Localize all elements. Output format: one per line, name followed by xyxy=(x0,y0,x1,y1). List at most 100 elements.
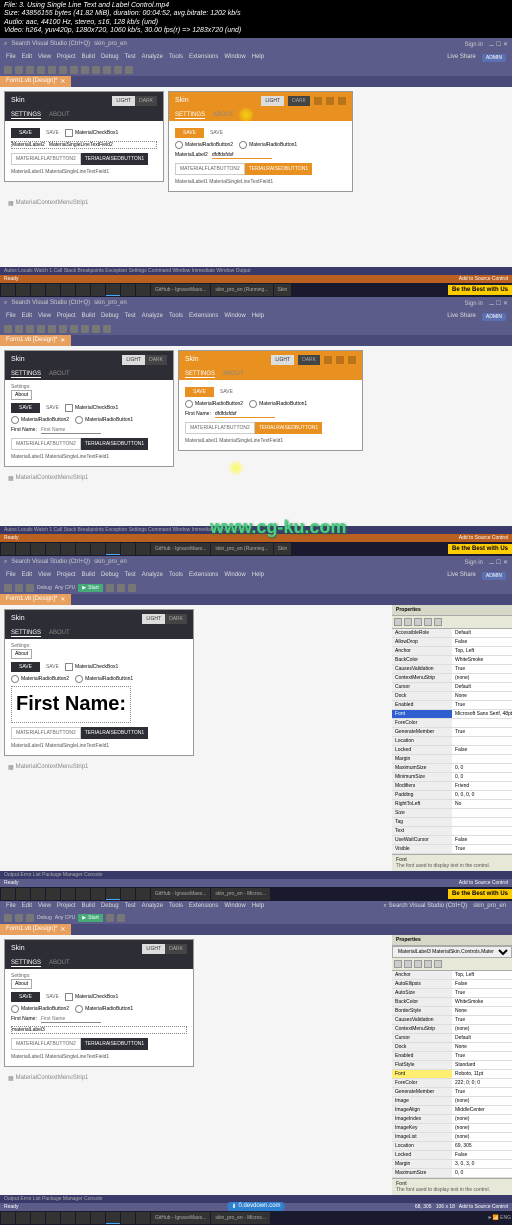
vs-toolbar[interactable] xyxy=(0,64,512,76)
text-input[interactable] xyxy=(212,152,272,159)
save-button[interactable]: SAVE xyxy=(11,128,40,138)
project-name: skin_pro_en xyxy=(94,41,127,48)
raised-button[interactable]: TERIALRAISEDBUTTON1 xyxy=(81,153,148,165)
property-row[interactable]: CursorDefault xyxy=(392,1034,512,1043)
property-row[interactable]: Margin3, 0, 3, 0 xyxy=(392,1160,512,1169)
designer-tab[interactable]: Form1.vb [Design]*✕ xyxy=(0,76,71,87)
property-row[interactable]: CausesValidationTrue xyxy=(392,665,512,674)
vs-ide-frame-3: ⌕Search Visual Studio (Ctrl+Q)skin_pro_e… xyxy=(0,556,512,901)
material-checkbox[interactable]: MaterialCheckBox1 xyxy=(65,129,118,137)
close-icon[interactable] xyxy=(338,97,346,105)
properties-panel[interactable]: Properties AccessibleRoleDefaultAllowDro… xyxy=(392,605,512,871)
maximize-icon[interactable] xyxy=(326,97,334,105)
property-row[interactable]: DockNone xyxy=(392,1043,512,1052)
property-row[interactable]: BackColorWhiteSmoke xyxy=(392,998,512,1007)
property-row[interactable]: DockNone xyxy=(392,692,512,701)
light-toggle[interactable]: LIGHT xyxy=(112,96,135,106)
property-row[interactable]: LockedFalse xyxy=(392,1151,512,1160)
platform-dropdown[interactable]: Any CPU xyxy=(55,585,76,591)
property-row[interactable]: EnabledTrue xyxy=(392,701,512,710)
search-box[interactable]: Search Visual Studio (Ctrl+Q) xyxy=(11,41,90,48)
cursor-highlight xyxy=(229,461,243,475)
close-icon[interactable]: ✕ xyxy=(60,78,65,85)
property-row[interactable]: AutoEllipsisFalse xyxy=(392,980,512,989)
property-row[interactable]: MinimumSize0, 0 xyxy=(392,773,512,782)
save-link[interactable]: SAVE xyxy=(46,130,59,136)
radio-button-2[interactable]: MaterialRadioButton2 xyxy=(175,141,233,149)
property-row[interactable]: CausesValidationTrue xyxy=(392,1016,512,1025)
property-row[interactable]: ImageKey(none) xyxy=(392,1124,512,1133)
vs-menubar[interactable]: FileEditViewProjectBuildDebugTestAnalyze… xyxy=(0,52,512,64)
signin-link[interactable]: Sign in xyxy=(465,42,483,48)
taskbar-github[interactable]: GitHub - IgnaceMaes... xyxy=(151,284,210,296)
property-row[interactable]: ImageIndex(none) xyxy=(392,1115,512,1124)
property-row[interactable]: GenerateMemberTrue xyxy=(392,1088,512,1097)
start-button[interactable]: Start xyxy=(78,584,102,592)
bottom-tabs[interactable]: Autos Locals Watch 1 Call Stack Breakpoi… xyxy=(0,267,512,275)
property-row[interactable]: RightToLeftNo xyxy=(392,800,512,809)
big-first-name-label[interactable]: First Name: xyxy=(11,686,131,723)
property-grid[interactable]: AccessibleRoleDefaultAllowDropFalseAncho… xyxy=(392,629,512,854)
properties-header: Properties xyxy=(392,605,512,616)
property-row[interactable]: FlatStyleStandard xyxy=(392,1061,512,1070)
property-row[interactable]: EnabledTrue xyxy=(392,1052,512,1061)
download-badge: ⬇ 0.devdown.com xyxy=(227,1202,284,1211)
property-row[interactable]: MaximumSize0, 0 xyxy=(392,764,512,773)
flat-button[interactable]: MATERIALFLATBUTTON2 xyxy=(11,153,81,165)
property-row[interactable]: Padding0, 0, 0, 0 xyxy=(392,791,512,800)
windows-taskbar[interactable]: GitHub - IgnaceMaes... skin_pro_en (Runn… xyxy=(0,283,512,297)
property-row[interactable]: VisibleTrue xyxy=(392,845,512,854)
properties-panel-2[interactable]: Properties MaterialLabel3 MaterialSkin.C… xyxy=(392,935,512,1195)
property-grid-2[interactable]: AnchorTop, LeftAutoEllipsisFalseAutoSize… xyxy=(392,971,512,1178)
property-row[interactable]: ModifiersFriend xyxy=(392,782,512,791)
component-tray[interactable]: MaterialContextMenuStrip1 xyxy=(4,198,508,209)
property-row[interactable]: GenerateMemberTrue xyxy=(392,728,512,737)
property-row[interactable]: ContextMenuStrip(none) xyxy=(392,674,512,683)
first-name-input[interactable] xyxy=(41,427,101,434)
property-row[interactable]: Margin xyxy=(392,755,512,764)
property-row[interactable]: FontMicrosoft Sans Serif, 48pt xyxy=(392,710,512,719)
property-row[interactable]: ContextMenuStrip(none) xyxy=(392,1025,512,1034)
property-row[interactable]: CursorDefault xyxy=(392,683,512,692)
property-row[interactable]: AnchorTop, Left xyxy=(392,647,512,656)
property-row[interactable]: Location xyxy=(392,737,512,746)
running-form-window[interactable]: Skin LIGHTDARK SETTINGSABOUT SAVESAVE Ma… xyxy=(168,91,353,192)
radio-button-1[interactable]: MaterialRadioButton1 xyxy=(239,141,297,149)
property-row[interactable]: AutoSizeTrue xyxy=(392,989,512,998)
property-row[interactable]: AllowDropFalse xyxy=(392,638,512,647)
minimize-icon[interactable] xyxy=(314,97,322,105)
property-row[interactable]: Size xyxy=(392,809,512,818)
about-select[interactable]: About xyxy=(11,390,32,400)
property-row[interactable]: ForeColor222; 0; 0; 0 xyxy=(392,1079,512,1088)
design-form-window[interactable]: Skin LIGHTDARK SETTINGSABOUT SAVESAVEMat… xyxy=(4,91,164,182)
property-row[interactable]: AccessibleRoleDefault xyxy=(392,629,512,638)
property-row[interactable]: FontRoboto, 11pt xyxy=(392,1070,512,1079)
dark-toggle[interactable]: DARK xyxy=(135,96,157,106)
property-object-select[interactable]: MaterialLabel3 MaterialSkin.Controls.Mat… xyxy=(392,946,512,958)
property-row[interactable]: ImageList(none) xyxy=(392,1133,512,1142)
property-row[interactable]: BackColorWhiteSmoke xyxy=(392,656,512,665)
property-row[interactable]: UseWaitCursorFalse xyxy=(392,836,512,845)
corner-ad: Be the Best with Us xyxy=(448,285,512,295)
property-row[interactable]: BorderStyleNone xyxy=(392,1007,512,1016)
settings-tab[interactable]: SETTINGS xyxy=(11,112,41,119)
property-row[interactable]: ForeColor xyxy=(392,719,512,728)
taskbar-skin[interactable]: Skin xyxy=(274,284,292,296)
file-video-line: Video: h264, yuv420p, 1280x720, 1060 kb/… xyxy=(4,27,508,35)
property-row[interactable]: Text xyxy=(392,827,512,836)
watermark: www.cg-ku.com xyxy=(210,517,346,538)
property-row[interactable]: Tag xyxy=(392,818,512,827)
about-tab[interactable]: ABOUT xyxy=(49,112,70,119)
property-row[interactable]: Location69, 305 xyxy=(392,1142,512,1151)
property-row[interactable]: Image(none) xyxy=(392,1097,512,1106)
taskbar-app[interactable]: skin_pro_en (Running... xyxy=(211,284,272,296)
property-row[interactable]: ImageAlignMiddleCenter xyxy=(392,1106,512,1115)
config-dropdown[interactable]: Debug xyxy=(37,585,52,591)
live-share[interactable]: Live Share xyxy=(447,54,476,62)
property-row[interactable]: AnchorTop, Left xyxy=(392,971,512,980)
material-textfield-2: MaterialSingleLineTextField2 xyxy=(49,142,113,148)
property-row[interactable]: LockedFalse xyxy=(392,746,512,755)
material-label-3[interactable]: materialLabel3 xyxy=(12,1027,45,1033)
status-bar: ReadyAdd to Source Control xyxy=(0,275,512,283)
property-row[interactable]: MaximumSize0, 0 xyxy=(392,1169,512,1178)
